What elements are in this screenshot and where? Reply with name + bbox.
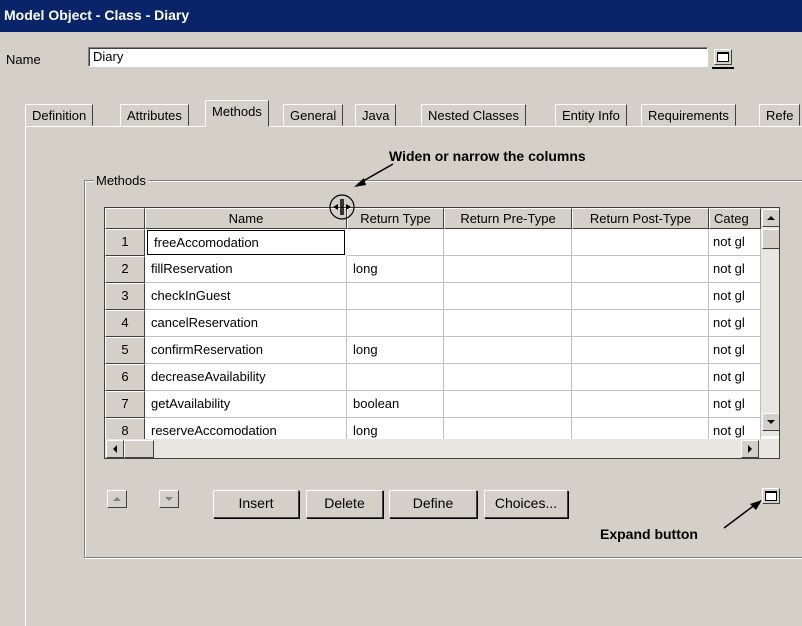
tab-nested-classes[interactable]: Nested Classes xyxy=(421,104,527,126)
row-number[interactable]: 6 xyxy=(105,364,145,391)
tab-methods[interactable]: Methods xyxy=(205,100,269,127)
row-number[interactable]: 7 xyxy=(105,391,145,418)
return-post-type-cell[interactable] xyxy=(572,283,709,310)
name-label: Name xyxy=(6,52,41,67)
column-header-return-pre-type[interactable]: Return Pre-Type xyxy=(444,208,572,229)
return-type-cell[interactable]: long xyxy=(347,337,444,364)
tab-strip: Definition Attributes Methods General Ja… xyxy=(25,100,802,127)
arrow-right-icon xyxy=(748,445,752,453)
choices-button[interactable]: Choices... xyxy=(484,490,568,518)
widen-annotation: Widen or narrow the columns xyxy=(389,148,586,164)
arrow-up-icon xyxy=(113,497,121,501)
return-pre-type-cell[interactable] xyxy=(444,256,572,283)
row-number[interactable]: 5 xyxy=(105,337,145,364)
expand-underline xyxy=(712,67,734,69)
title-bar: Model Object - Class - Diary xyxy=(0,0,802,32)
annotation-arrow-icon xyxy=(354,163,394,187)
return-type-cell[interactable]: boolean xyxy=(347,391,444,418)
move-up-button[interactable] xyxy=(107,490,127,508)
tab-entity-info[interactable]: Entity Info xyxy=(555,104,627,126)
column-resize-icon xyxy=(329,194,355,220)
insert-button[interactable]: Insert xyxy=(213,490,299,518)
annotation-arrow-icon xyxy=(723,500,762,529)
column-header-return-post-type[interactable]: Return Post-Type xyxy=(572,208,709,229)
method-name-cell[interactable]: decreaseAvailability xyxy=(145,364,347,391)
method-name-cell[interactable]: cancelReservation xyxy=(145,310,347,337)
return-type-cell[interactable]: long xyxy=(347,256,444,283)
tab-definition[interactable]: Definition xyxy=(25,104,94,126)
row-number[interactable]: 2 xyxy=(105,256,145,283)
tab-references[interactable]: Refe xyxy=(759,104,801,126)
category-cell[interactable]: not gl xyxy=(709,337,761,364)
row-number[interactable]: 1 xyxy=(105,229,145,256)
category-cell[interactable]: not gl xyxy=(709,283,761,310)
move-down-button[interactable] xyxy=(159,490,179,508)
tab-java[interactable]: Java xyxy=(355,104,397,126)
return-type-cell[interactable] xyxy=(347,283,444,310)
method-name-cell[interactable]: checkInGuest xyxy=(145,283,347,310)
horizontal-scroll-thumb[interactable] xyxy=(124,440,154,458)
return-pre-type-cell[interactable] xyxy=(444,229,572,256)
expand-icon xyxy=(717,52,729,62)
name-input[interactable]: Diary xyxy=(88,47,708,67)
tab-attributes[interactable]: Attributes xyxy=(120,104,189,126)
method-name-cell[interactable]: getAvailability xyxy=(145,391,347,418)
return-post-type-cell[interactable] xyxy=(572,391,709,418)
category-cell[interactable]: not gl xyxy=(709,391,761,418)
expand-icon xyxy=(765,491,777,501)
arrow-down-icon xyxy=(767,420,775,424)
return-pre-type-cell[interactable] xyxy=(444,283,572,310)
scroll-left-button[interactable] xyxy=(106,440,124,458)
row-number[interactable]: 4 xyxy=(105,310,145,337)
arrow-down-icon xyxy=(165,497,173,501)
return-post-type-cell[interactable] xyxy=(572,310,709,337)
method-name-cell[interactable]: freeAccomodation xyxy=(147,230,345,255)
tab-general[interactable]: General xyxy=(283,104,344,126)
methods-group-label: Methods xyxy=(94,173,148,188)
return-post-type-cell[interactable] xyxy=(572,337,709,364)
horizontal-scrollbar[interactable] xyxy=(105,439,779,458)
window-title: Model Object - Class - Diary xyxy=(4,7,190,23)
category-cell[interactable]: not gl xyxy=(709,310,761,337)
column-header-return-type[interactable]: Return Type xyxy=(347,208,444,229)
category-cell[interactable]: not gl xyxy=(709,256,761,283)
category-cell[interactable]: not gl xyxy=(709,364,761,391)
name-expand-button[interactable] xyxy=(714,49,732,65)
define-button[interactable]: Define xyxy=(389,490,477,518)
return-type-cell[interactable] xyxy=(347,310,444,337)
return-post-type-cell[interactable] xyxy=(572,229,709,256)
expand-annotation: Expand button xyxy=(600,526,698,542)
row-number[interactable]: 3 xyxy=(105,283,145,310)
return-type-cell[interactable] xyxy=(347,229,444,256)
return-pre-type-cell[interactable] xyxy=(444,391,572,418)
return-pre-type-cell[interactable] xyxy=(444,364,572,391)
delete-button[interactable]: Delete xyxy=(306,490,383,518)
arrow-up-icon xyxy=(767,216,775,220)
vertical-scroll-thumb[interactable] xyxy=(762,229,779,249)
vertical-scrollbar[interactable] xyxy=(761,208,779,436)
scroll-right-button[interactable] xyxy=(741,440,759,458)
tab-requirements[interactable]: Requirements xyxy=(641,104,736,126)
arrow-left-icon xyxy=(113,445,117,453)
return-pre-type-cell[interactable] xyxy=(444,337,572,364)
corner-header xyxy=(105,208,145,229)
category-cell[interactable]: not gl xyxy=(709,229,761,256)
column-header-name[interactable]: Name xyxy=(145,208,347,229)
scroll-down-button[interactable] xyxy=(762,413,779,431)
return-post-type-cell[interactable] xyxy=(572,364,709,391)
scroll-up-button[interactable] xyxy=(762,209,779,227)
return-type-cell[interactable] xyxy=(347,364,444,391)
return-pre-type-cell[interactable] xyxy=(444,310,572,337)
return-post-type-cell[interactable] xyxy=(572,256,709,283)
methods-table: Name Return Type Return Pre-Type Return … xyxy=(104,207,780,459)
column-header-category[interactable]: Categ xyxy=(709,208,761,229)
method-name-cell[interactable]: fillReservation xyxy=(145,256,347,283)
method-name-cell[interactable]: confirmReservation xyxy=(145,337,347,364)
